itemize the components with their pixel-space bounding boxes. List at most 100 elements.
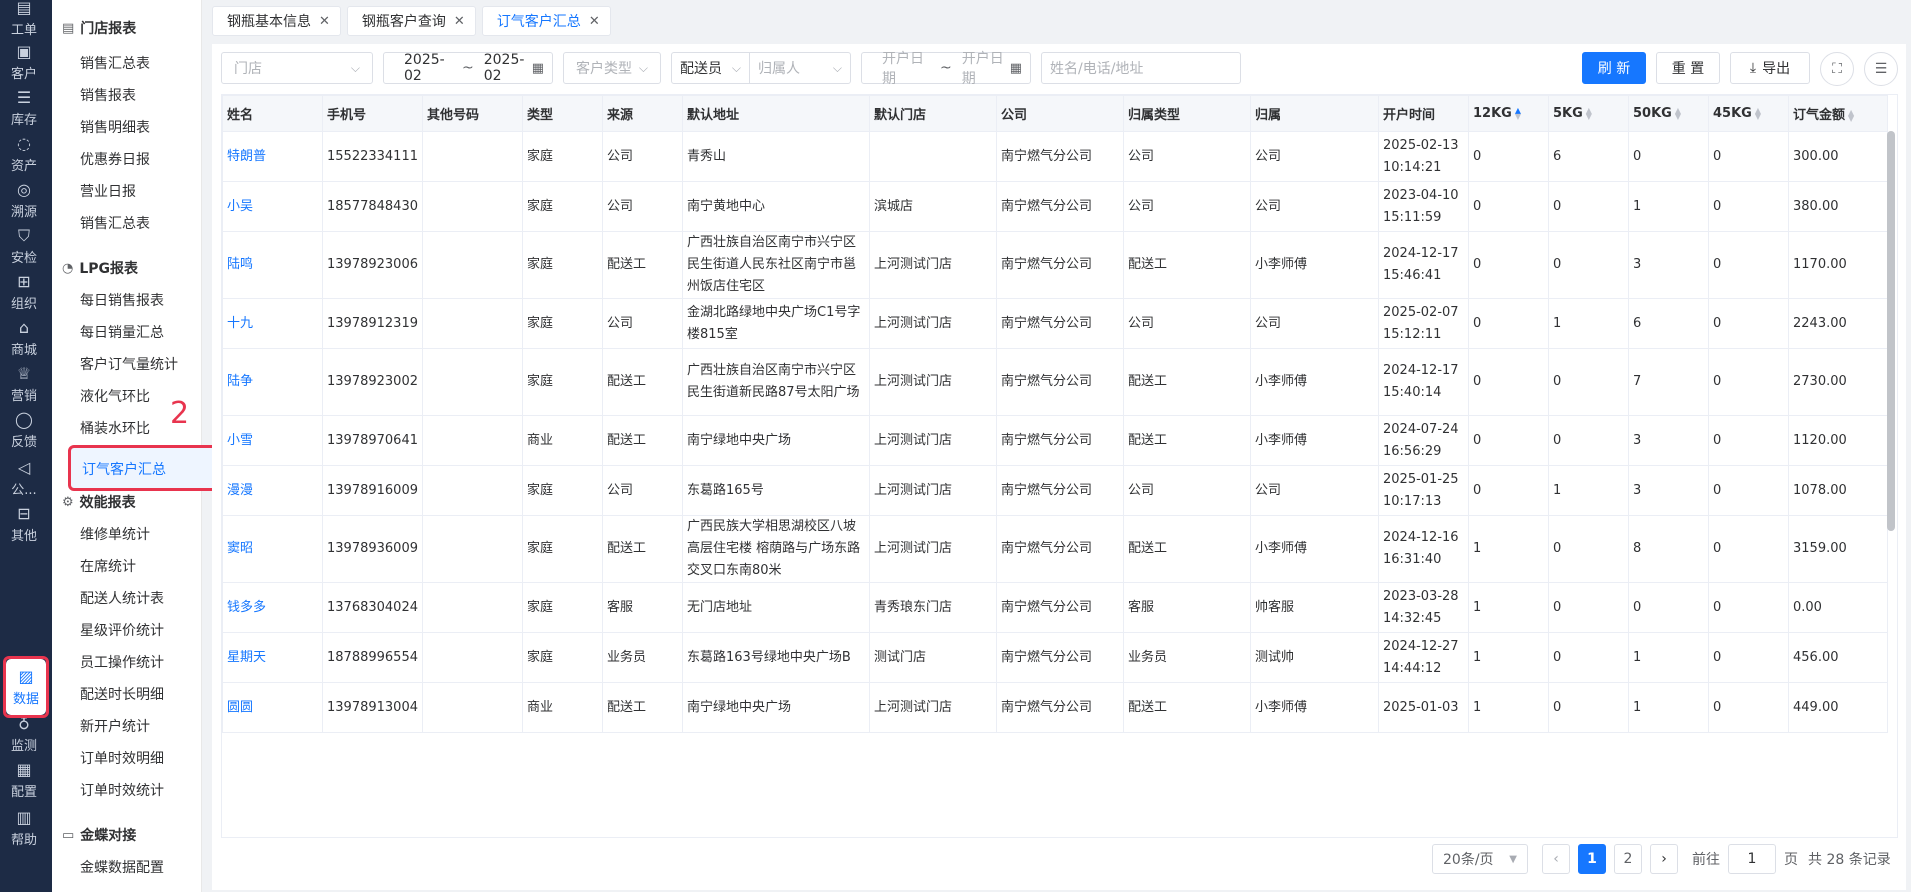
tab-cylinder-customer[interactable]: 钢瓶客户查询 ✕ [346,6,476,36]
column-header[interactable]: 订气金额 ▲ ▼ [1788,95,1888,132]
next-page-button[interactable]: › [1650,844,1678,874]
store-select[interactable]: 门店 ⌵ [221,52,373,84]
customer-name-link[interactable]: 小吴 [222,181,323,232]
table-cell: 2024-12-27 14:44:12 [1378,632,1469,683]
table-row[interactable]: 漫漫 13978916009 家庭 公司 东葛路165号 上河测试门店 南宁燃气分公司 公司公… [222,465,1888,516]
table-cell: 家庭 [522,231,603,299]
sidebar-item[interactable]: 优惠券日报 [80,149,150,169]
sidebar-group-header[interactable]: ⚙ 效能报表 [62,492,136,512]
customer-name-link[interactable]: 窦昭 [222,515,323,583]
open-date-end: 开户日期 [961,51,1004,87]
customer-type-select[interactable]: 客户类型 ⌵ [563,52,661,84]
close-icon[interactable]: ✕ [319,14,330,29]
sidebar-group-header[interactable]: ▭ 金蝶对接 [62,825,136,845]
sidebar-item[interactable]: 液化气环比 [80,386,150,406]
customer-name-link[interactable]: 陆鸣 [222,231,323,299]
column-header[interactable]: 12KG ▲ ▼ [1468,95,1549,132]
column-settings-icon[interactable]: ☰ [1864,52,1898,86]
sidebar-item[interactable]: 在席统计 [80,556,136,576]
tab-order-customer-summary[interactable]: 订气客户汇总 ✕ [481,6,611,36]
rail-item[interactable]: ⊟ 其他 [0,496,48,552]
table-cell: 配送工 [1123,682,1251,733]
column-header: 归属类型 [1123,95,1251,132]
sidebar-item[interactable]: 销售明细表 [80,117,150,137]
month-range-picker[interactable]: 2025-02 ~ 2025-02 ▦ [383,52,553,84]
customer-name-link[interactable]: 漫漫 [222,465,323,516]
sidebar-item[interactable]: 员工操作统计 [80,652,164,672]
sidebar-item[interactable]: 新开户统计 [80,716,150,736]
table-cell: 0 [1548,515,1629,583]
customer-name-link[interactable]: 特朗普 [222,131,323,182]
sort-icon[interactable]: ▲ ▼ [1515,106,1521,120]
sort-icon[interactable]: ▲ ▼ [1586,106,1592,120]
sidebar-item[interactable]: 订单时效明细 [80,748,164,768]
customer-name-link[interactable]: 钱多多 [222,582,323,633]
sidebar-item[interactable]: 金蝶数据配置 [80,857,164,877]
export-button[interactable]: ⤓ 导出 [1730,52,1810,84]
column-header[interactable]: 45KG ▲ ▼ [1708,95,1789,132]
sidebar-item[interactable]: 星级评价统计 [80,620,164,640]
sort-icon[interactable]: ▲ ▼ [1755,106,1761,120]
sidebar-item-active[interactable]: 订气客户汇总 [68,445,229,491]
customer-name-link[interactable]: 圆圆 [222,682,323,733]
sidebar-item[interactable]: 每日销售报表 [80,290,164,310]
table-row[interactable]: 钱多多 13768304024 家庭 客服 无门店地址 青秀琅东门店 南宁燃气分公司 客服 帅客… [222,582,1888,633]
column-header[interactable]: 50KG ▲ ▼ [1628,95,1709,132]
customer-name-link[interactable]: 小雪 [222,415,323,466]
sidebar-item[interactable]: 客户订气量统计 [80,354,178,374]
search-input[interactable]: 姓名/电话/地址 [1041,52,1241,84]
sidebar-item[interactable]: 销售汇总表 [80,53,150,73]
customer-name-link[interactable]: 星期天 [222,632,323,683]
sidebar-item[interactable]: 配送人统计表 [80,588,164,608]
sidebar-item[interactable]: 销售报表 [80,85,136,105]
prev-page-button[interactable]: ‹ [1542,844,1570,874]
column-header-label: 手机号 [327,108,367,123]
owner-select[interactable]: 归属人 ⌵ [750,53,850,83]
close-icon[interactable]: ✕ [454,14,465,29]
page-size-select[interactable]: 20条/页 ▼ [1432,844,1528,874]
sidebar-item[interactable]: 配送时长明细 [80,684,164,704]
refresh-button[interactable]: 刷 新 [1582,52,1646,84]
sidebar-item[interactable]: 维修单统计 [80,524,150,544]
page-button-2[interactable]: 2 [1614,844,1642,874]
sidebar-item[interactable]: 桶装水环比 [80,418,150,438]
column-header-label: 公司 [1001,108,1028,123]
column-header: 手机号 [322,95,423,132]
customer-name-link[interactable]: 十九 [222,298,323,349]
page-button-1[interactable]: 1 [1578,844,1606,874]
rail-item-label: 组织 [10,296,37,312]
sidebar-item[interactable]: 销售汇总表 [80,213,150,233]
table-row[interactable]: 陆争 13978923002 家庭 配送工 广西壮族自治区南宁市兴宁区民生街道新民路87… [222,348,1888,416]
goto-page-input[interactable]: 1 [1728,844,1776,874]
table-cell: 0 [1468,348,1549,416]
table-row[interactable]: 小吴 18577848430 家庭 公司 南宁黄地中心 滨城店 南宁燃气分公司 公司 公司 202… [222,181,1888,232]
table-row[interactable]: 圆圆 13978913004 商业 配送工 南宁绿地中央广场 上河测试门店 南宁燃气分公司配… [222,682,1888,733]
sort-icon[interactable]: ▲ ▼ [1848,108,1854,122]
reset-button[interactable]: 重 置 [1656,52,1720,84]
sidebar-group-header[interactable]: ▤ 门店报表 [62,18,136,38]
delivery-select[interactable]: 配送员 ⌵ [672,53,750,83]
table-scrollbar[interactable] [1887,131,1895,531]
rail-item[interactable]: ▥ 帮助 [0,800,48,856]
table-row[interactable]: 星期天 18788996554 家庭 业务员 东葛路163号绿地中央广场B 测试门店 南宁燃… [222,632,1888,683]
table-cell: 公司 [602,131,683,182]
sort-icon[interactable]: ▲ ▼ [1675,106,1681,120]
table-cell: 东葛路165号 [682,465,870,516]
delivery-owner-filter[interactable]: 配送员 ⌵ 归属人 ⌵ [671,52,851,84]
open-date-range-picker[interactable]: 开户日期 ~ 开户日期 ▦ [861,51,1031,87]
table-row[interactable]: 特朗普 15522334111 家庭 公司 青秀山 南宁燃气分公司 公司 公司 2025-02-… [222,131,1888,182]
sidebar-item[interactable]: 每日销量汇总 [80,322,164,342]
table-row[interactable]: 窦昭 13978936009 家庭 配送工 广西民族大学相思湖校区八坡高层住宅楼 榕荫路… [222,515,1888,583]
close-icon[interactable]: ✕ [589,14,600,29]
sidebar-item[interactable]: 订单时效统计 [80,780,164,800]
table-row[interactable]: 十九 13978912319 家庭 公司 金湖北路绿地中央广场C1号字楼815室 上河测试… [222,298,1888,349]
table-row[interactable]: 陆鸣 13978923006 家庭 配送工 广西壮族自治区南宁市兴宁区民生街道人民东社区… [222,231,1888,299]
customer-name-link[interactable]: 陆争 [222,348,323,416]
table-row[interactable]: 小雪 13978970641 商业 配送工 南宁绿地中央广场 上河测试门店 南宁燃气分公司配… [222,415,1888,466]
sidebar-group-header[interactable]: ◔ LPG报表 [62,258,138,278]
column-header[interactable]: 5KG ▲ ▼ [1548,95,1629,132]
column-header-label: 默认地址 [687,108,740,123]
fullscreen-icon[interactable]: ⛶ [1820,52,1854,86]
sidebar-item[interactable]: 营业日报 [80,181,136,201]
tab-cylinder-info[interactable]: 钢瓶基本信息 ✕ [212,6,341,36]
